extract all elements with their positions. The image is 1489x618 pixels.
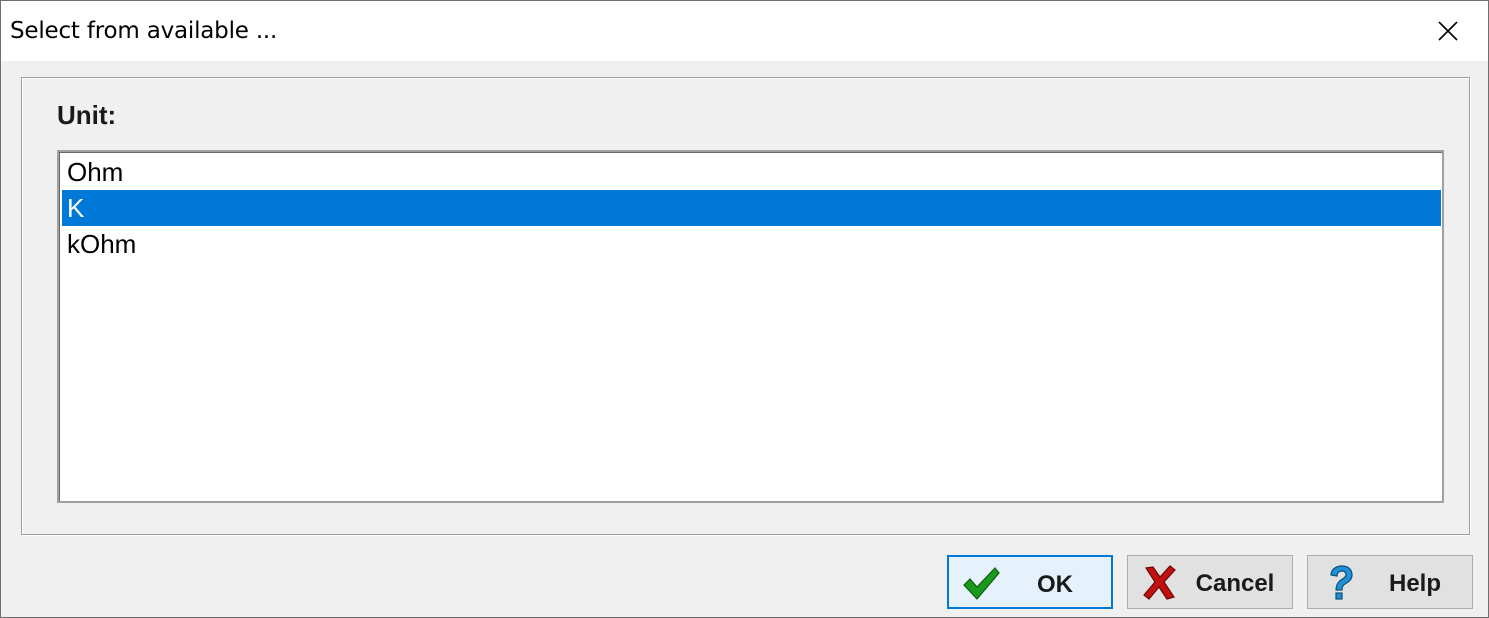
help-label: Help	[1388, 570, 1441, 597]
red-x-icon	[1140, 564, 1180, 602]
cancel-button[interactable]: Cancel	[1127, 555, 1293, 609]
ok-button[interactable]: OK	[947, 555, 1113, 609]
unit-listbox[interactable]: Ohm K kOhm	[57, 150, 1444, 503]
ok-label: OK	[1037, 571, 1073, 598]
title-bar: Select from available ...	[1, 1, 1488, 61]
question-mark-icon	[1320, 564, 1360, 602]
list-item-ohm[interactable]: Ohm	[62, 154, 1441, 190]
unit-panel: Unit: Ohm K kOhm	[21, 77, 1470, 535]
dialog-window: Select from available ... Unit: Ohm K kO…	[0, 0, 1489, 618]
close-icon	[1438, 21, 1458, 41]
help-button[interactable]: Help	[1307, 555, 1473, 609]
unit-label: Unit:	[57, 100, 117, 130]
window-title: Select from available ...	[10, 18, 278, 44]
list-item-k[interactable]: K	[62, 190, 1441, 226]
list-item-kohm[interactable]: kOhm	[62, 226, 1441, 262]
checkmark-icon	[961, 565, 1001, 603]
close-button[interactable]	[1408, 1, 1488, 61]
cancel-label: Cancel	[1195, 570, 1275, 597]
